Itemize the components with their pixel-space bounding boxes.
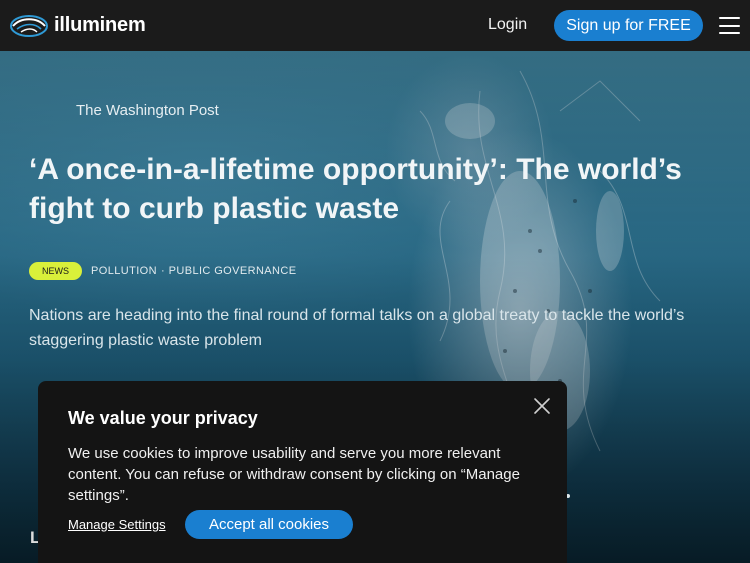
cookie-dialog-title: We value your privacy [68, 408, 258, 428]
article-tags: NEWS POLLUTION · PUBLIC GOVERNANCE [29, 262, 296, 280]
article-headline: ‘A once-in-a-lifetime opportunity’: The … [29, 153, 682, 225]
manage-settings-link[interactable]: Manage Settings [68, 517, 166, 532]
topic-separator: · [160, 265, 165, 277]
article-summary: Nations are heading into the final round… [29, 307, 685, 349]
brand-name: illuminem [54, 14, 146, 36]
cookie-consent-dialog: We value your privacy We use cookies to … [38, 381, 567, 563]
signup-button[interactable]: Sign up for FREE [554, 10, 703, 41]
topic-public-governance[interactable]: PUBLIC GOVERNANCE [169, 265, 297, 277]
hamburger-menu-icon[interactable] [719, 17, 740, 34]
menu-line [719, 17, 740, 19]
cookie-dialog-text: We use cookies to improve usability and … [68, 445, 520, 504]
news-badge[interactable]: NEWS [29, 262, 82, 280]
menu-line [719, 24, 740, 27]
login-link[interactable]: Login [488, 16, 527, 34]
article-source[interactable]: The Washington Post [76, 102, 219, 119]
illuminem-logo-icon [10, 14, 48, 37]
brand-logo-link[interactable]: illuminem [9, 13, 146, 39]
close-icon[interactable] [533, 397, 551, 415]
top-navigation-bar: illuminem Login Sign up for FREE [0, 0, 750, 51]
accept-all-cookies-button[interactable]: Accept all cookies [185, 510, 353, 539]
topic-pollution[interactable]: POLLUTION [91, 265, 157, 277]
menu-line [719, 32, 740, 34]
